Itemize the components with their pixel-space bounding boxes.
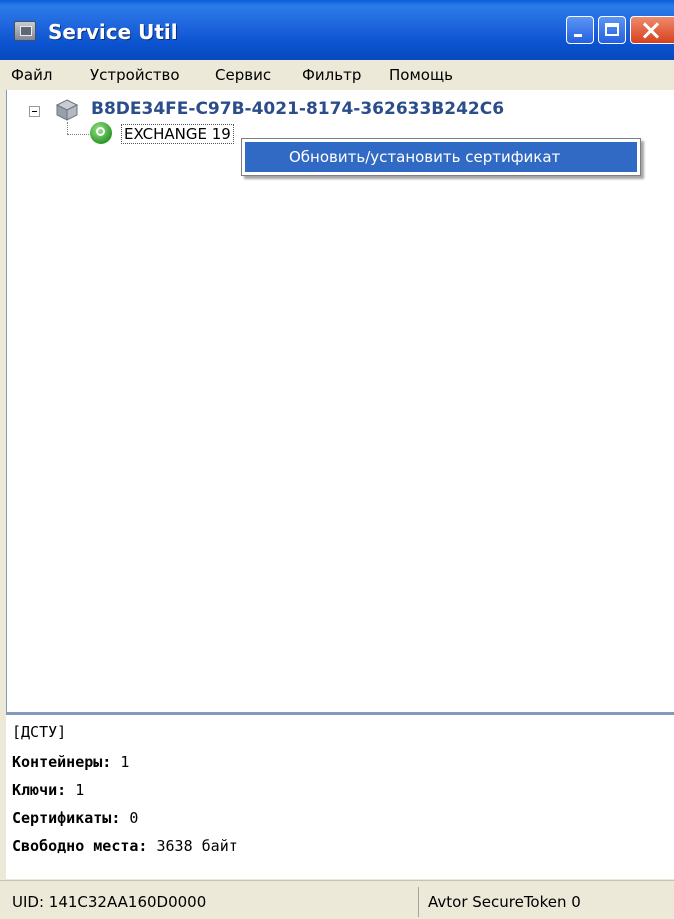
info-certificates: Сертификаты: 0 — [12, 809, 138, 827]
menu-service[interactable]: Сервис — [215, 66, 271, 84]
device-tree[interactable]: B8DE34FE-C97B-4021-8174-362633B242C6 EXC… — [6, 90, 674, 712]
window-title: Service Util — [48, 20, 178, 44]
certificates-value: 0 — [129, 809, 139, 827]
status-bar: UID: 141C32AA160D0000 Avtor SecureToken … — [0, 880, 674, 919]
menu-help[interactable]: Помощь — [389, 66, 453, 84]
app-icon[interactable] — [14, 21, 36, 41]
collapse-toggle-icon[interactable] — [29, 106, 40, 117]
info-panel: [ДСТУ] Контейнеры: 1 Ключи: 1 Сертификат… — [6, 715, 674, 879]
info-containers: Контейнеры: 1 — [12, 753, 129, 771]
tree-connector — [67, 134, 91, 135]
minimize-button[interactable] — [566, 16, 594, 44]
keys-value: 1 — [75, 781, 85, 799]
certificates-label: Сертификаты: — [12, 809, 121, 827]
keys-label: Ключи: — [12, 781, 67, 799]
containers-value: 1 — [120, 753, 130, 771]
status-uid: UID: 141C32AA160D0000 — [12, 893, 207, 911]
title-bar[interactable]: Service Util — [0, 0, 674, 60]
maximize-button[interactable] — [598, 16, 626, 44]
menu-file[interactable]: Файл — [11, 66, 52, 84]
tree-connector — [67, 122, 68, 134]
context-menu: Обновить/установить сертификат — [241, 138, 641, 176]
free-space-label: Свободно места: — [12, 837, 148, 855]
device-icon — [55, 99, 79, 121]
menu-device[interactable]: Устройство — [90, 66, 180, 84]
container-node-label[interactable]: EXCHANGE 19 — [121, 124, 234, 144]
info-free-space: Свободно места: 3638 байт — [12, 837, 238, 855]
status-separator — [418, 887, 419, 917]
menu-filter[interactable]: Фильтр — [302, 66, 361, 84]
containers-label: Контейнеры: — [12, 753, 112, 771]
free-space-value: 3638 байт — [156, 837, 238, 855]
key-icon — [90, 122, 112, 144]
context-item-update-certificate[interactable]: Обновить/установить сертификат — [245, 142, 637, 172]
menu-bar: Файл Устройство Сервис Фильтр Помощь — [0, 60, 674, 88]
close-button[interactable] — [630, 16, 674, 44]
status-device-type: Avtor SecureToken 0 — [428, 893, 581, 911]
info-header: [ДСТУ] — [12, 723, 67, 741]
device-node-label[interactable]: B8DE34FE-C97B-4021-8174-362633B242C6 — [91, 99, 504, 119]
app-window: Service Util Файл Устройство Сервис Филь… — [0, 0, 674, 919]
info-keys: Ключи: 1 — [12, 781, 84, 799]
